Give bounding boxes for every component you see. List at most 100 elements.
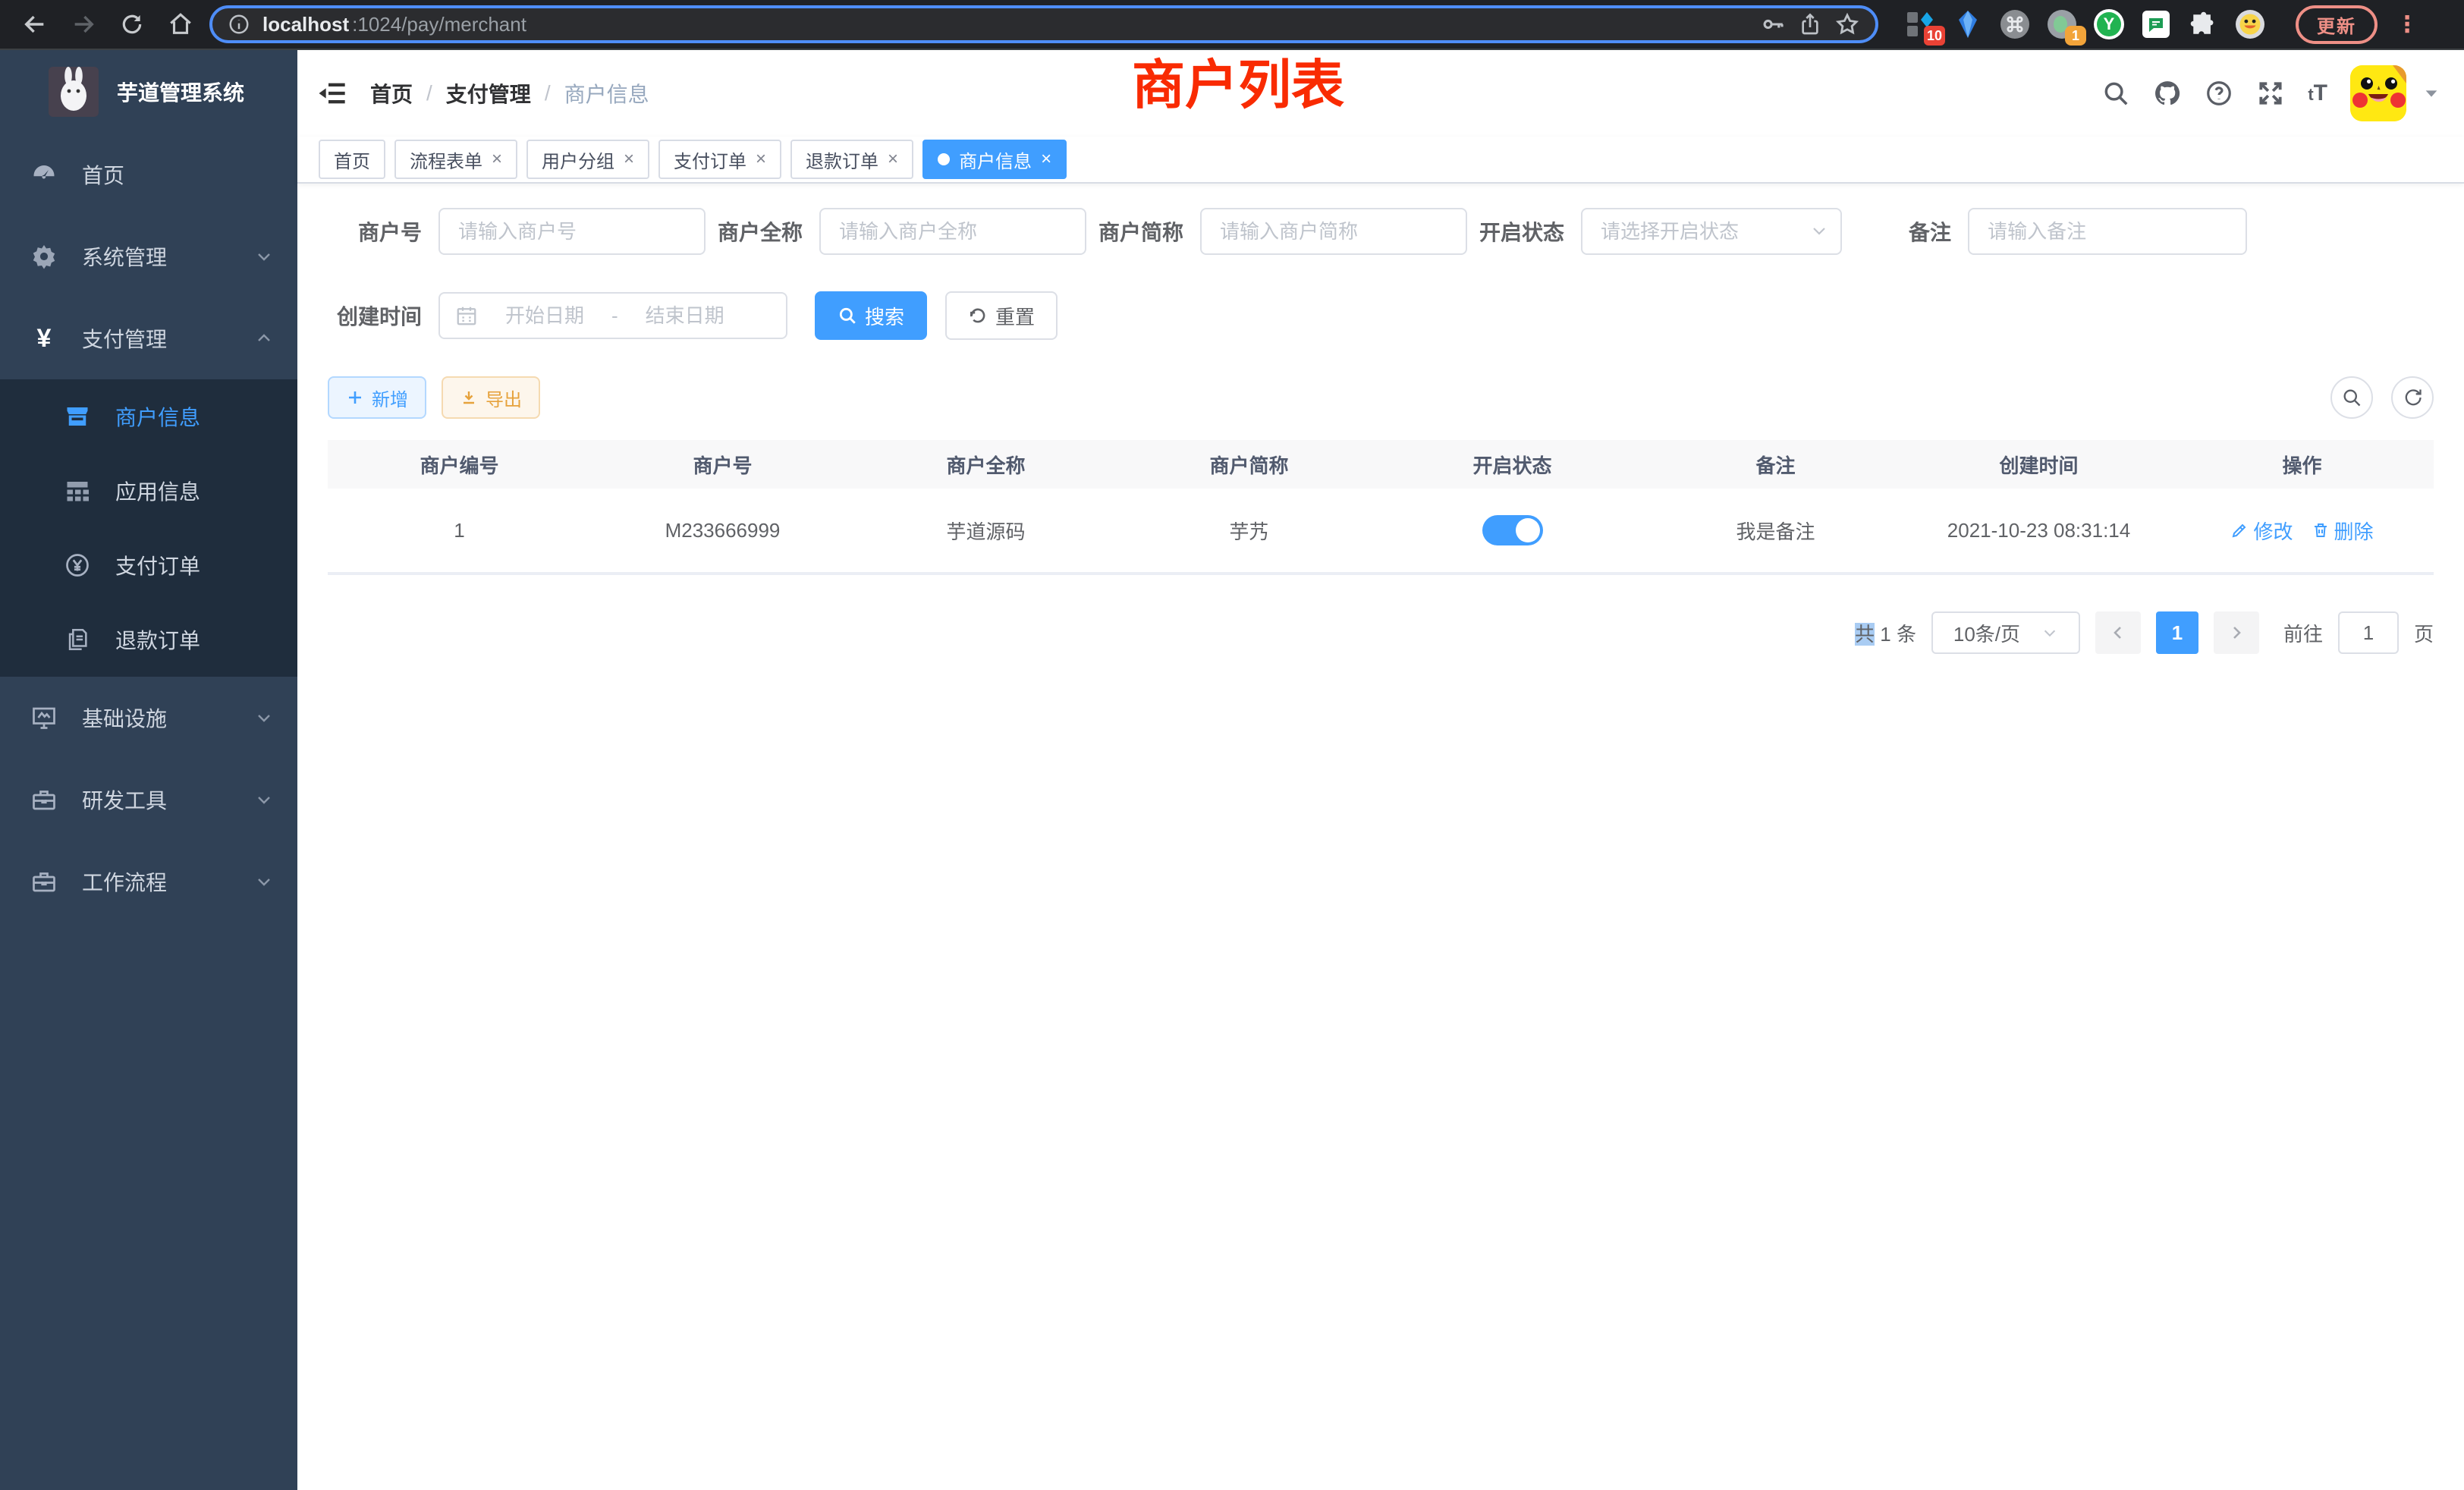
page-size-select[interactable]: 10条/页 (1931, 611, 2080, 654)
extension-chat-icon[interactable] (2141, 9, 2171, 39)
start-date-input[interactable] (487, 304, 602, 328)
sidebar-item-refund-orders[interactable]: 退款订单 (0, 602, 297, 677)
forward-icon[interactable] (64, 5, 103, 44)
full-name-input[interactable] (819, 208, 1086, 255)
tab-refund-orders[interactable]: 退款订单× (790, 140, 913, 179)
add-button[interactable]: 新增 (328, 376, 426, 419)
url-path: :1024/pay/merchant (352, 13, 526, 36)
status-select[interactable] (1581, 208, 1842, 255)
cell-remark: 我是备注 (1644, 489, 1907, 574)
close-icon[interactable]: × (624, 150, 634, 168)
breadcrumb-separator: / (426, 81, 432, 105)
filter-row-1: 商户号 商户全称 商户简称 开启状态 (328, 208, 2434, 255)
sidebar-item-home[interactable]: 首页 (0, 134, 297, 215)
tab-pay-orders[interactable]: 支付订单× (658, 140, 781, 179)
tab-merchant-info[interactable]: 商户信息× (922, 140, 1067, 179)
goto-page-input[interactable] (2338, 611, 2399, 654)
extension-command-icon[interactable] (2000, 9, 2030, 39)
breadcrumb-home[interactable]: 首页 (370, 78, 413, 108)
app-logo-row[interactable]: 芋道管理系统 (0, 50, 297, 134)
search-icon[interactable] (2101, 79, 2130, 108)
tab-user-group[interactable]: 用户分组× (526, 140, 649, 179)
avatar[interactable] (2350, 65, 2406, 121)
url-host: localhost (262, 13, 349, 36)
extensions-puzzle-icon[interactable] (2188, 9, 2218, 39)
col-header: 商户编号 (328, 440, 591, 489)
sidebar: 芋道管理系统 首页 系统管理 ¥ 支付管理 (0, 50, 297, 1490)
extension-badge: 1 (2065, 26, 2086, 46)
yen-icon: ¥ (30, 325, 58, 352)
col-header: 商户号 (591, 440, 854, 489)
tab-home[interactable]: 首页 (319, 140, 385, 179)
active-tab-dot (938, 153, 950, 165)
breadcrumb-pay[interactable]: 支付管理 (446, 78, 531, 108)
sidebar-item-pay-orders[interactable]: 支付订单 (0, 528, 297, 602)
extension-blue-diamond-icon[interactable]: 10 (1906, 9, 1936, 39)
cell-id: 1 (328, 489, 591, 574)
close-icon[interactable]: × (888, 150, 898, 168)
font-size-icon[interactable]: tT (2308, 80, 2327, 106)
delete-link[interactable]: 删除 (2312, 517, 2374, 545)
annotation-title: 商户列表 (1132, 53, 1344, 117)
address-bar[interactable]: localhost:1024/pay/merchant (209, 5, 1878, 43)
filter-label: 创建时间 (328, 300, 422, 331)
filter-label: 商户全称 (718, 216, 803, 247)
reset-button[interactable]: 重置 (945, 291, 1058, 340)
caret-down-icon[interactable] (2423, 85, 2440, 102)
end-date-input[interactable] (627, 304, 743, 328)
app-logo (49, 67, 99, 117)
site-info-icon[interactable] (228, 13, 250, 36)
sidebar-item-pay[interactable]: ¥ 支付管理 (0, 297, 297, 379)
password-key-icon[interactable] (1760, 11, 1786, 37)
close-icon[interactable]: × (756, 150, 766, 168)
search-button[interactable]: 搜索 (815, 291, 927, 340)
bookmark-star-icon[interactable] (1834, 11, 1860, 37)
next-page-button[interactable] (2214, 611, 2259, 654)
extension-profile-icon[interactable]: 1 (2047, 9, 2077, 39)
col-header: 备注 (1644, 440, 1907, 489)
reload-icon[interactable] (112, 5, 152, 44)
document-icon (64, 626, 91, 653)
status-toggle[interactable] (1482, 515, 1543, 545)
extension-y-icon[interactable]: Y (2094, 9, 2124, 39)
remark-input[interactable] (1968, 208, 2247, 255)
refresh-button[interactable] (2391, 376, 2434, 419)
page-number-button[interactable]: 1 (2156, 611, 2198, 654)
breadcrumb: 首页 / 支付管理 / 商户信息 (370, 78, 649, 108)
toggle-search-button[interactable] (2330, 376, 2373, 419)
sidebar-item-workflow[interactable]: 工作流程 (0, 841, 297, 923)
close-icon[interactable]: × (492, 150, 502, 168)
store-icon (64, 403, 91, 430)
export-button[interactable]: 导出 (442, 376, 540, 419)
github-icon[interactable] (2153, 79, 2182, 108)
sidebar-fold-icon[interactable] (316, 77, 349, 110)
chrome-menu-icon[interactable]: ⋮ (2396, 11, 2420, 38)
share-icon[interactable] (1798, 12, 1822, 36)
close-icon[interactable]: × (1041, 150, 1051, 168)
fullscreen-icon[interactable] (2256, 79, 2285, 108)
help-icon[interactable] (2205, 79, 2233, 108)
back-icon[interactable] (15, 5, 55, 44)
sidebar-item-infra[interactable]: 基础设施 (0, 677, 297, 759)
prev-page-button[interactable] (2095, 611, 2141, 654)
date-separator: - (611, 304, 618, 328)
sidebar-item-dev-tools[interactable]: 研发工具 (0, 759, 297, 841)
breadcrumb-current: 商户信息 (564, 78, 649, 108)
monitor-icon (30, 704, 58, 731)
short-name-input[interactable] (1200, 208, 1467, 255)
home-icon[interactable] (161, 5, 200, 44)
sidebar-item-system[interactable]: 系统管理 (0, 215, 297, 297)
chrome-update-button[interactable]: 更新 (2296, 5, 2378, 44)
date-range-picker[interactable]: - (438, 292, 787, 339)
pagination: 共 1 条 10条/页 1 前往 (328, 611, 2434, 654)
sidebar-item-app-info[interactable]: 应用信息 (0, 454, 297, 528)
extension-gem-icon[interactable] (1953, 9, 1983, 39)
merchant-no-input[interactable] (438, 208, 706, 255)
sidebar-item-merchant-info[interactable]: 商户信息 (0, 379, 297, 454)
extension-emoji-icon[interactable] (2235, 9, 2265, 39)
filter-label: 商户简称 (1098, 216, 1183, 247)
tab-process-form[interactable]: 流程表单× (394, 140, 517, 179)
page-unit-label: 页 (2414, 619, 2434, 647)
tags-view-bar: 首页 流程表单× 用户分组× 支付订单× 退款订单× 商户信息× (297, 137, 2464, 184)
edit-link[interactable]: 修改 (2230, 517, 2293, 545)
